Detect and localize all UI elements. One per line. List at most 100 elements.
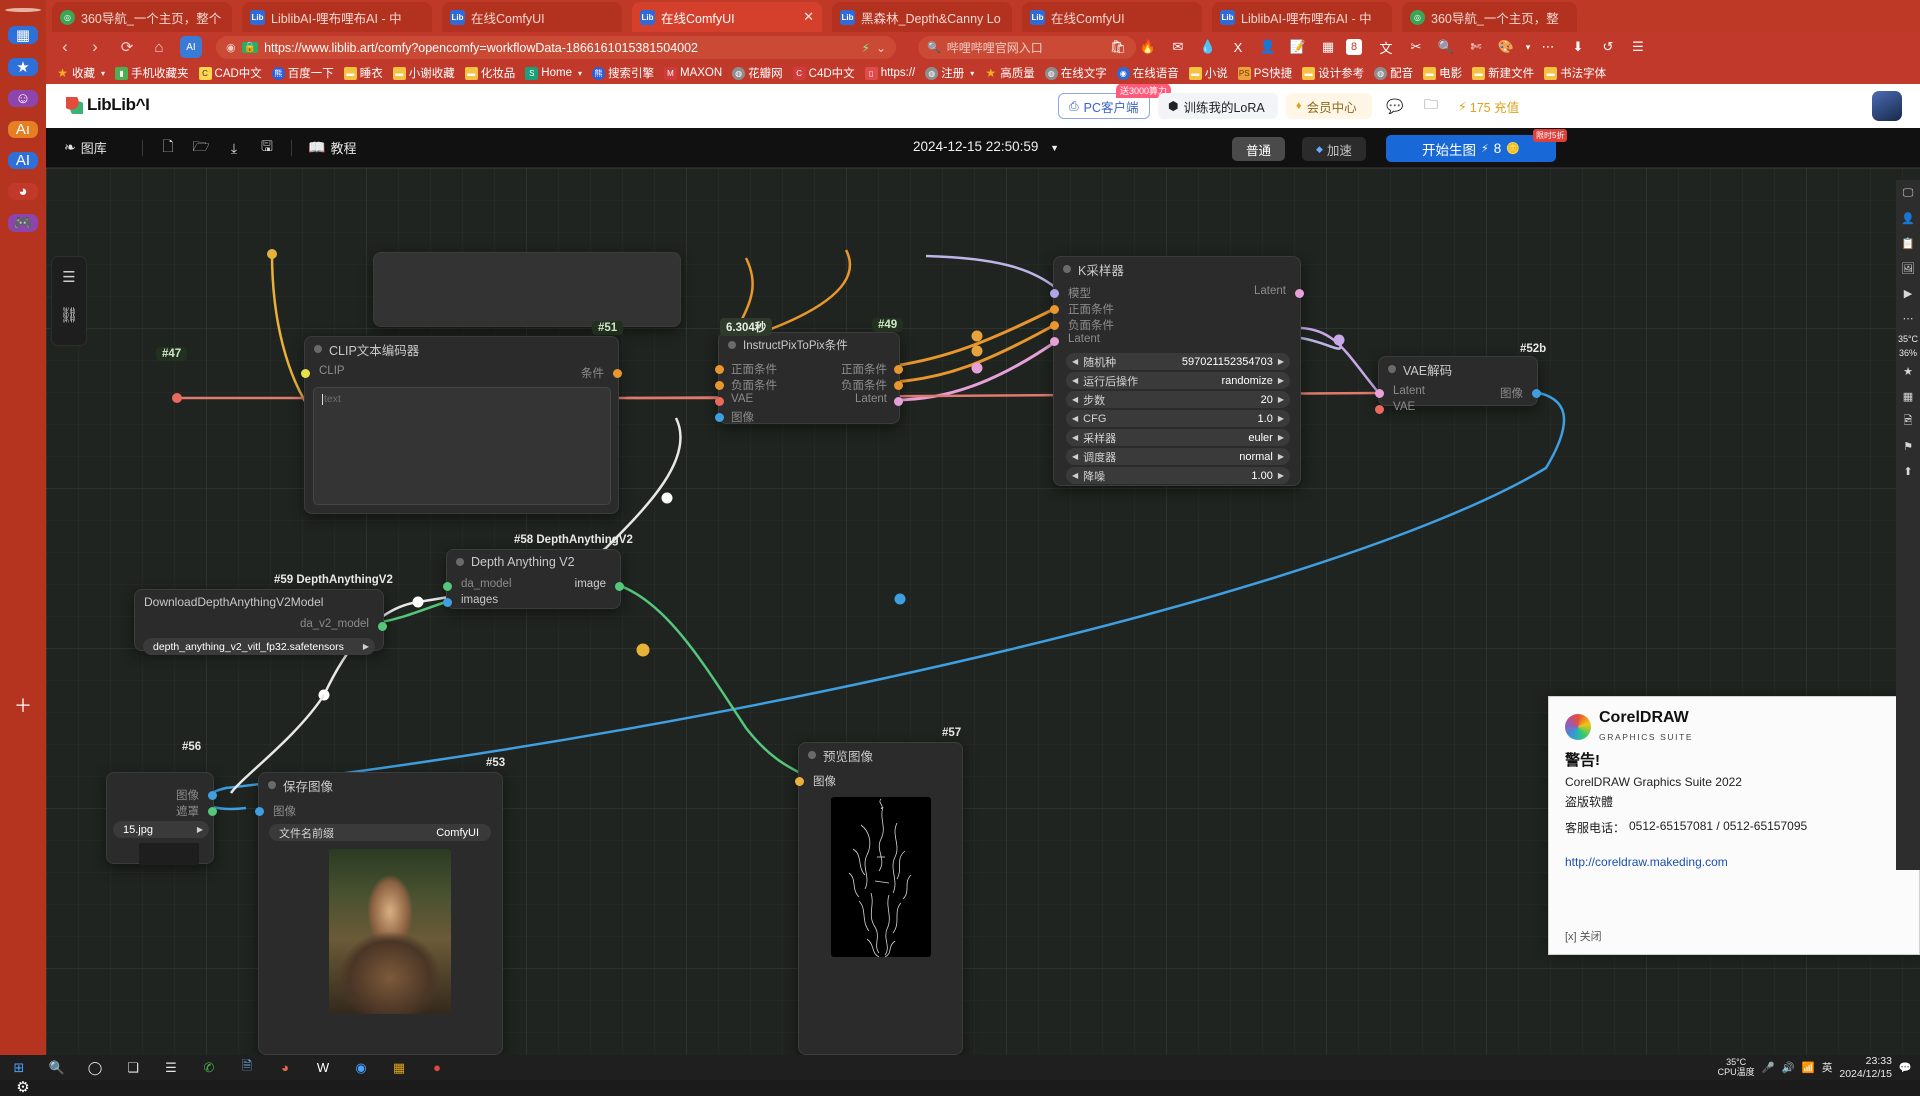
translate-icon[interactable]: 文 xyxy=(1374,35,1398,59)
fire-icon[interactable]: 🔥 xyxy=(1136,35,1160,59)
speaker-icon[interactable]: 🔊 xyxy=(1782,1061,1795,1074)
bookmark-item[interactable]: M MAXON xyxy=(660,66,726,81)
avatar[interactable] xyxy=(1872,91,1902,121)
browser-tab[interactable]: ◎ 360导航_一个主页，整 xyxy=(1402,2,1577,32)
download-icon[interactable]: ⤓ xyxy=(224,138,244,158)
increment-icon[interactable]: ▶ xyxy=(197,825,203,834)
chrome-icon[interactable]: ◉ xyxy=(342,1055,380,1080)
increment-icon[interactable]: ▶ xyxy=(1278,452,1284,461)
corel-url[interactable]: http://coreldraw.makeding.com xyxy=(1565,855,1728,869)
workflow-timestamp[interactable]: 2024-12-15 22:50:59 ▼ xyxy=(913,139,1059,154)
hamburger-icon[interactable]: ☰ xyxy=(1626,35,1650,59)
lightning-icon[interactable]: ⚡ xyxy=(862,41,870,55)
decrement-icon[interactable]: ◀ xyxy=(1072,357,1078,366)
search-icon[interactable]: 🔍 xyxy=(38,1055,76,1080)
node-56-load-image[interactable]: 图像 遮罩 15.jpg ▶ xyxy=(106,772,217,865)
menu-dots-icon[interactable]: ⋯ xyxy=(1536,35,1560,59)
grid-icon[interactable]: ▦ xyxy=(1896,384,1920,408)
widget-model-name[interactable]: depth_anything_v2_vitl_fp32.safetensors … xyxy=(143,638,375,655)
bookmark-item[interactable]: ▮ 手机收藏夹 xyxy=(111,64,193,82)
excel-icon[interactable]: X xyxy=(1226,35,1250,59)
widget-scheduler[interactable]: ◀ 调度器 normal ▶ xyxy=(1066,448,1290,465)
collapse-icon[interactable] xyxy=(1388,365,1396,373)
bookmark-item[interactable]: ★ 高质量 xyxy=(980,64,1039,82)
browser-tab[interactable]: Lib 黑森林_Depth&Canny Lo xyxy=(832,2,1012,32)
browser-tab[interactable]: Lib LiblibAI-哩布哩布AI - 中 xyxy=(242,2,432,32)
record-icon[interactable]: ● xyxy=(418,1055,456,1080)
input-port-negative[interactable] xyxy=(1050,321,1059,330)
browser-tab[interactable]: Lib LiblibAI-哩布哩布AI - 中 xyxy=(1212,2,1392,32)
ime-icon[interactable]: 英 xyxy=(1822,1060,1833,1075)
increment-icon[interactable]: ▶ xyxy=(1278,395,1284,404)
cortana-icon[interactable]: ◯ xyxy=(76,1055,114,1080)
bookmark-item[interactable]: ◍ 花瓣网 xyxy=(728,64,787,82)
picture-icon[interactable]: 🖼 xyxy=(1896,256,1920,280)
scissors-icon[interactable]: ✄ xyxy=(1464,35,1488,59)
save-icon[interactable]: 🖫 xyxy=(257,138,277,158)
node-53-save-image[interactable]: 保存图像 图像 文件名前缀 ComfyUI xyxy=(255,772,503,1055)
palette-icon[interactable]: 🎨 xyxy=(1494,35,1518,59)
node-58-depth-anything-v2[interactable]: Depth Anything V2 da_model images image xyxy=(443,549,624,609)
forward-icon[interactable]: › xyxy=(84,36,106,58)
history-icon[interactable]: ↺ xyxy=(1596,35,1620,59)
node-header[interactable]: InstructPixToPix条件 xyxy=(719,333,899,357)
bookmark-item[interactable]: ▬ 化妆品 xyxy=(461,64,520,82)
node-52-ksampler[interactable]: K采样器 模型 正面条件 负面条件 Latent Latent ◀ 随机种 59… xyxy=(1050,256,1304,486)
note-icon[interactable]: 📝 xyxy=(1286,35,1310,59)
zoom-icon[interactable]: 🔍 xyxy=(1434,35,1458,59)
grid-icon[interactable]: ▦ xyxy=(8,26,38,44)
bookmark-item[interactable]: 熊百度一下 xyxy=(268,64,338,82)
bookmark-item[interactable]: ▬ 小说 xyxy=(1185,64,1232,82)
mode-fast-button[interactable]: ◆ 加速 xyxy=(1302,137,1366,161)
widget-cfg[interactable]: ◀ CFG 1.0 ▶ xyxy=(1066,410,1290,427)
node-51[interactable] xyxy=(373,252,681,327)
input-port-latent[interactable] xyxy=(1050,337,1059,346)
input-port-latent[interactable] xyxy=(1375,389,1384,398)
tutorial-button[interactable]: 📖 教程 xyxy=(308,138,356,157)
video-icon[interactable]: ▶ xyxy=(1896,281,1920,305)
output-port-latent[interactable] xyxy=(894,397,903,406)
node-header[interactable]: 保存图像 xyxy=(259,773,502,797)
node-59-download-depth-model[interactable]: DownloadDepthAnythingV2Model da_v2_model… xyxy=(134,589,387,655)
collapse-icon[interactable] xyxy=(268,781,276,789)
image-icon[interactable]: 🖻 xyxy=(1896,409,1920,433)
bookmark-item[interactable]: ▯ https:// xyxy=(861,66,920,81)
screenshot-icon[interactable]: ✂ xyxy=(1404,35,1428,59)
input-port-negative[interactable] xyxy=(715,381,724,390)
input-port-model[interactable] xyxy=(1050,289,1059,298)
flag-icon[interactable]: ⚑ xyxy=(1896,434,1920,458)
vip-center-button[interactable]: ♦ 会员中心 xyxy=(1286,93,1372,119)
open-folder-icon[interactable]: 🗁 xyxy=(191,138,211,158)
star-icon[interactable]: ★ xyxy=(1896,359,1920,383)
grid-icon[interactable]: ▦ xyxy=(1316,35,1340,59)
widget-steps[interactable]: ◀ 步数 20 ▶ xyxy=(1066,391,1290,408)
output-port-da-v2-model[interactable] xyxy=(378,622,387,631)
bookmark-item[interactable]: ◉ 在线语音 xyxy=(1113,64,1183,82)
back-icon[interactable]: ‹ xyxy=(54,36,76,58)
user-icon[interactable]: 👤 xyxy=(1896,206,1920,230)
collapse-icon[interactable] xyxy=(314,345,322,353)
train-lora-button[interactable]: ⬢ 训练我的LoRA xyxy=(1158,93,1278,119)
input-port-images[interactable] xyxy=(443,598,452,607)
file-icon[interactable]: 🗎 xyxy=(228,1055,266,1080)
chevron-down-icon[interactable]: ▾ xyxy=(578,69,582,78)
counter-badge[interactable]: 8 xyxy=(1346,39,1362,55)
collapse-icon[interactable] xyxy=(456,558,464,566)
star-icon[interactable]: ★ xyxy=(8,58,38,76)
node-header[interactable]: Depth Anything V2 xyxy=(447,550,620,574)
bookmark-item[interactable]: ▬ 小谢收藏 xyxy=(389,64,459,82)
start-icon[interactable]: ⊞ xyxy=(0,1055,38,1080)
prompt-textarea[interactable]: text xyxy=(313,387,611,505)
node-52b-vae-decode[interactable]: VAE解码 Latent VAE 图像 xyxy=(1375,356,1541,414)
liblib-icon[interactable]: ▦ xyxy=(380,1055,418,1080)
note-icon[interactable]: 📋 xyxy=(1896,231,1920,255)
library-button[interactable]: ❧ 图库 xyxy=(64,138,107,157)
taskview-icon[interactable]: ❏ xyxy=(114,1055,152,1080)
node-header[interactable]: DownloadDepthAnythingV2Model xyxy=(135,590,383,614)
input-port-clip[interactable] xyxy=(301,369,310,378)
bookmark-item[interactable]: ★ 收藏 ▾ xyxy=(52,64,109,82)
ai-icon[interactable]: AI xyxy=(180,36,202,58)
widget-filename-prefix[interactable]: 文件名前缀 ComfyUI xyxy=(269,824,491,841)
bookmark-item[interactable]: 熊搜索引擎 xyxy=(588,64,658,82)
widget-denoise[interactable]: ◀ 降噪 1.00 ▶ xyxy=(1066,467,1290,484)
